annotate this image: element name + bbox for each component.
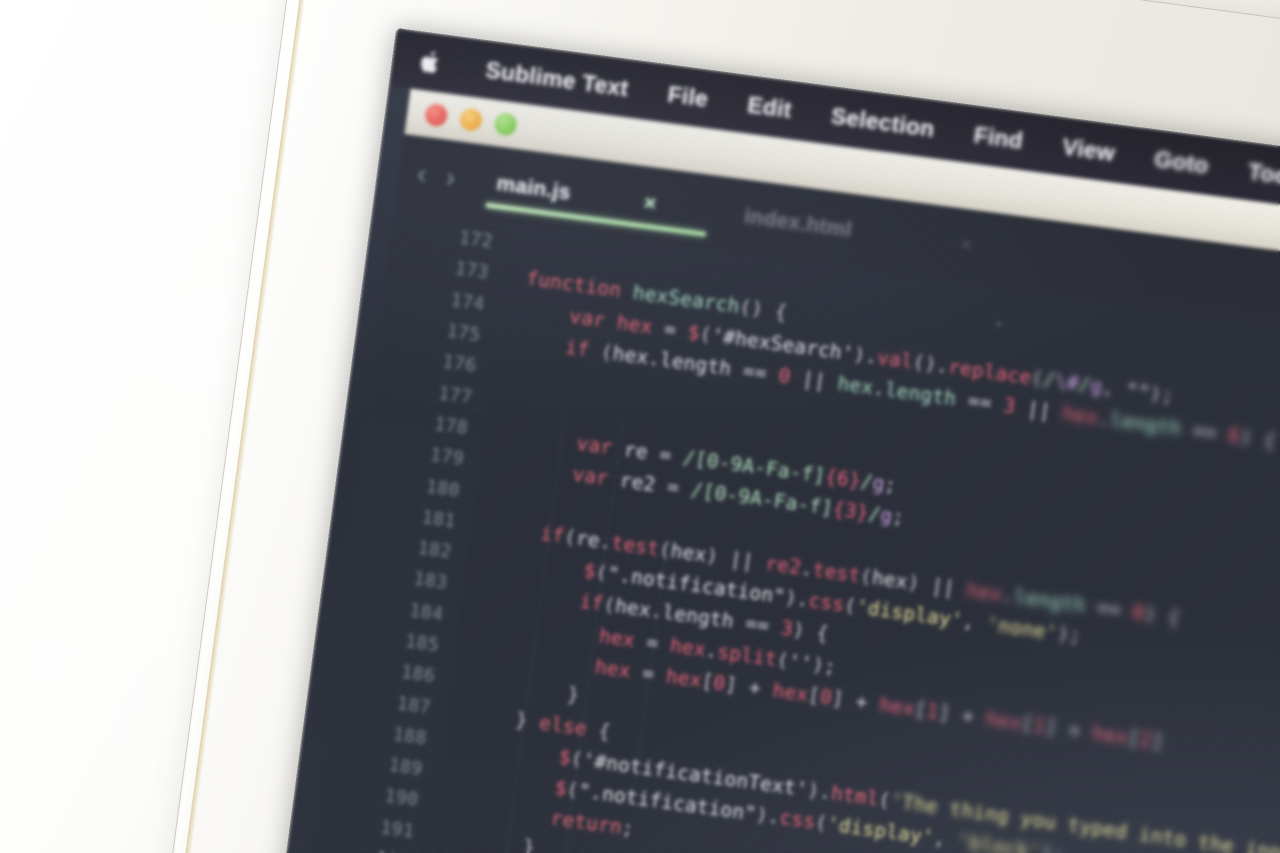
tab-close-icon[interactable]: × xyxy=(642,191,657,216)
menu-item-goto[interactable]: Goto xyxy=(1153,145,1210,179)
tab-label: index.html xyxy=(743,204,854,242)
screenshot-root: Sublime Text File Edit Selection Find Vi… xyxy=(0,0,1280,853)
sublime-text-editor: ‹ › main.js × index.html × 172 173 174 1… xyxy=(280,134,1280,853)
window-close-button[interactable] xyxy=(423,102,449,128)
menu-item-tools[interactable]: Tools xyxy=(1246,158,1280,193)
menu-item-sublime-text[interactable]: Sublime Text xyxy=(484,56,630,102)
laptop-screen: Sublime Text File Edit Selection Find Vi… xyxy=(258,28,1280,853)
menu-item-file[interactable]: File xyxy=(666,80,710,112)
window-zoom-button[interactable] xyxy=(493,112,518,137)
code-area[interactable]: function hexSearch() { var hex = $('#hex… xyxy=(398,223,1280,853)
nav-back-icon[interactable]: ‹ xyxy=(415,158,428,189)
menu-item-edit[interactable]: Edit xyxy=(746,91,793,124)
laptop-device: Sublime Text File Edit Selection Find Vi… xyxy=(146,0,1280,853)
nav-forward-icon[interactable]: › xyxy=(444,162,457,193)
tab-close-icon[interactable]: × xyxy=(959,235,973,258)
menu-item-selection[interactable]: Selection xyxy=(829,102,937,143)
tab-label: main.js xyxy=(495,171,573,205)
window-minimize-button[interactable] xyxy=(458,107,484,133)
apple-logo-icon[interactable] xyxy=(419,48,444,76)
menu-item-find[interactable]: Find xyxy=(972,121,1024,154)
menu-item-view[interactable]: View xyxy=(1061,133,1117,167)
